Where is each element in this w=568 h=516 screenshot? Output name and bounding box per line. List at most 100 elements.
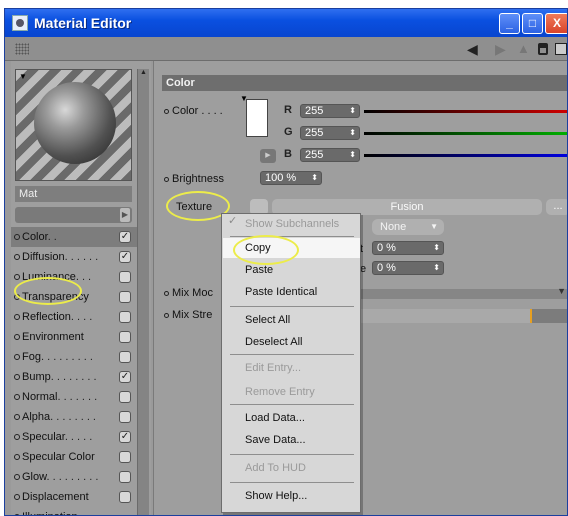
back-arrow-icon[interactable]: ◀ [467,41,478,58]
menu-item-paste-identical[interactable]: Paste Identical [223,282,360,302]
grip-icon[interactable] [15,43,29,55]
scale-input[interactable]: 0 % ⬍ [372,261,444,275]
checkmark-icon: ✓ [228,215,238,227]
menu-item-add-to-hud: Add To HUD [245,462,306,474]
mix-mode-label: Mix Moc [164,287,213,299]
channel-label: Illumination [22,511,78,515]
r-label: R [284,104,292,116]
channel-checkbox[interactable] [119,331,131,343]
channel-bullet-icon [14,394,20,400]
g-input[interactable]: 255 ⬍ [300,126,360,140]
color-swatch[interactable] [246,99,268,137]
g-slider[interactable] [364,132,567,135]
channel-checkbox[interactable]: ✓ [119,431,131,443]
channel-checkbox[interactable]: ✓ [119,251,131,263]
channel-item-displacement[interactable]: Displacement [11,487,137,507]
channel-checkbox[interactable] [119,411,131,423]
channel-checkbox[interactable] [119,311,131,323]
g-label: G [284,126,293,138]
b-slider[interactable] [364,154,567,157]
color-highlight-circle [14,277,82,305]
brightness-input[interactable]: 100 % ⬍ [260,171,322,185]
channel-item-normal[interactable]: Normal. . . . . . . [11,387,137,407]
material-preview[interactable]: ▼ [15,69,132,181]
channel-item-specular[interactable]: Specular. . . . . ✓ [11,427,137,447]
texture-more-button[interactable]: ... [546,199,567,215]
preview-sphere [34,82,116,164]
title-bar[interactable]: Material Editor _ □ X [5,9,567,37]
channel-checkbox[interactable] [119,351,131,363]
channel-panel: ▼ ▲ Mat ▶ Color. . ✓ Diffusion. . . . . . ✓… [11,61,151,515]
minimize-button[interactable]: _ [499,13,520,34]
channel-label: Diffusion [22,251,65,263]
channel-label: Alpha [22,411,51,423]
channel-item-bump[interactable]: Bump. . . . . . . . ✓ [11,367,137,387]
channel-scrollbar[interactable]: ▲ [137,69,149,515]
menu-item-save-data[interactable]: Save Data... [223,430,360,450]
channel-checkbox[interactable] [119,471,131,483]
material-dropdown[interactable]: ▶ [15,207,132,223]
b-label: B [284,148,292,160]
channel-label: Bump [22,371,51,383]
menu-item-deselect-all[interactable]: Deselect All [223,332,360,352]
window-title: Material Editor [34,15,132,31]
channel-item-fog[interactable]: Fog. . . . . . . . . [11,347,137,367]
menu-separator [230,482,354,483]
r-slider[interactable] [364,110,567,113]
channel-item-color[interactable]: Color. . ✓ [11,227,137,247]
channel-item-reflection[interactable]: Reflection. . . . [11,307,137,327]
mix-strength-label: Mix Stre [164,309,212,321]
copy-highlight-circle [233,235,299,265]
channel-bullet-icon [14,314,20,320]
blend-mode-dropdown[interactable]: None ▼ [372,219,444,235]
channel-bullet-icon [14,454,20,460]
menu-item-edit-entry: Edit Entry... [245,362,302,374]
channel-checkbox[interactable]: ✓ [119,371,131,383]
channel-bullet-icon [14,434,20,440]
menu-separator [230,354,354,355]
mix-mode-dropdown[interactable]: ▼ [360,286,567,299]
b-input[interactable]: 255 ⬍ [300,148,360,162]
preview-menu-icon[interactable]: ▼ [19,72,27,81]
new-window-icon[interactable] [555,43,567,55]
menu-item-remove-entry: Remove Entry [245,386,315,398]
scroll-up-icon[interactable]: ▲ [140,69,147,76]
up-arrow-icon[interactable]: ▲ [517,41,530,56]
menu-item-show-subchannels: Show Subchannels [245,218,340,230]
section-header: Color [162,75,567,91]
menu-item-paste[interactable]: Paste [223,260,360,280]
channel-checkbox[interactable] [119,291,131,303]
color-picker-button[interactable]: ▶ [260,149,276,163]
channel-checkbox[interactable] [119,491,131,503]
menu-separator [230,306,354,307]
channel-checkbox[interactable] [119,391,131,403]
channel-item-environment[interactable]: Environment [11,327,137,347]
offset-input[interactable]: 0 % ⬍ [372,241,444,255]
channel-dots: . . . . . . [64,251,99,263]
channel-bullet-icon [14,334,20,340]
forward-arrow-icon[interactable]: ▶ [495,41,506,58]
channel-label: Environment [22,331,84,343]
r-input[interactable]: 255 ⬍ [300,104,360,118]
channel-item-alpha[interactable]: Alpha. . . . . . . . [11,407,137,427]
channel-item-specular-color[interactable]: Specular Color [11,447,137,467]
close-button[interactable]: X [545,13,567,34]
channel-checkbox[interactable] [119,271,131,283]
channel-checkbox[interactable] [119,451,131,463]
lock-icon[interactable] [538,43,548,55]
channel-label: Specular [22,431,65,443]
menu-item-select-all[interactable]: Select All [223,310,360,330]
channel-label: Reflection [22,311,71,323]
channel-bullet-icon [14,234,20,240]
menu-item-show-help[interactable]: Show Help... [223,486,360,506]
color-label: Color . . . . [164,105,223,117]
channel-label: Specular Color [22,451,95,463]
dropdown-arrow-icon[interactable]: ▶ [120,208,130,222]
channel-item-glow[interactable]: Glow. . . . . . . . . [11,467,137,487]
channel-item-diffusion[interactable]: Diffusion. . . . . . ✓ [11,247,137,267]
maximize-button[interactable]: □ [522,13,543,34]
channel-item-illumination[interactable]: Illumination [11,507,137,515]
menu-item-load-data[interactable]: Load Data... [223,408,360,428]
channel-checkbox[interactable]: ✓ [119,231,131,243]
material-name-field[interactable]: Mat [15,186,132,202]
